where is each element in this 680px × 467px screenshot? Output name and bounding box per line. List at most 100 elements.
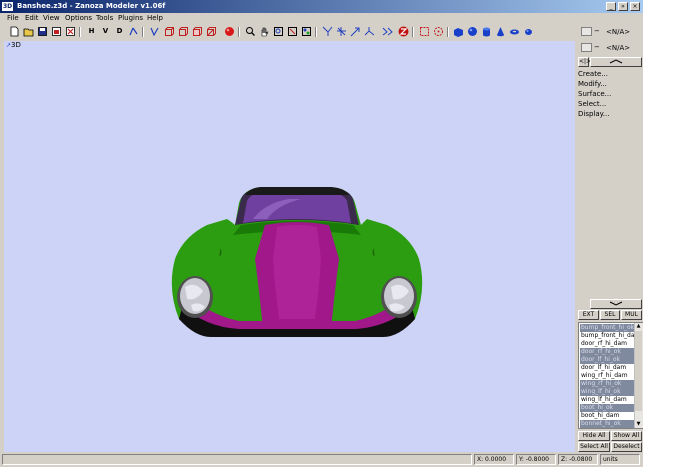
select-all-button[interactable]: Select All (578, 442, 610, 452)
slot1-value[interactable]: <N/A> (606, 28, 630, 36)
texture-icon[interactable] (382, 26, 393, 37)
zoom-icon[interactable] (245, 26, 256, 37)
close-button[interactable]: × (630, 2, 640, 11)
object-list-item[interactable]: wing_lf_hi_dam (580, 396, 637, 404)
car-model[interactable] (169, 179, 425, 339)
save-as-icon[interactable] (51, 26, 62, 37)
window-title: Banshee.z3d - Zanoza Modeler v1.06f (17, 2, 166, 10)
toolbar-separator (315, 27, 317, 37)
new-file-icon[interactable] (9, 26, 20, 37)
surface-menu[interactable]: Surface... (578, 90, 611, 98)
sphere-icon[interactable] (224, 26, 235, 37)
object-list-item[interactable]: wing_lf_hi_ok (580, 388, 637, 396)
toolbar-separator (79, 27, 81, 37)
object-list-item[interactable]: boot_hi_dam (580, 412, 637, 420)
save-icon[interactable] (37, 26, 48, 37)
menu-tools[interactable]: Tools (96, 13, 113, 24)
sphere-primitive-icon[interactable] (467, 26, 478, 37)
scale-icon[interactable] (350, 26, 361, 37)
scroll-down-button[interactable] (590, 299, 642, 309)
object-list-item[interactable]: door_lf_hi_ok (580, 356, 637, 364)
torus-primitive-icon[interactable] (509, 26, 520, 37)
object-list[interactable]: bump_front_hi_ok bump_front_hi_dam door_rf… (578, 322, 643, 429)
scroll-thumb[interactable] (635, 331, 642, 411)
wire-box-icon[interactable] (206, 26, 217, 37)
close-file-icon[interactable] (65, 26, 76, 37)
menu-view[interactable]: View (43, 13, 60, 24)
menu-file[interactable]: File (7, 13, 19, 24)
menu-help[interactable]: Help (147, 13, 163, 24)
select-circle-icon[interactable] (433, 26, 444, 37)
chevron-down-icon (609, 301, 623, 306)
toolbar-separator (447, 27, 449, 37)
minimize-button[interactable]: _ (606, 2, 616, 11)
create-menu[interactable]: Create... (578, 70, 608, 78)
plane-primitive-icon[interactable] (523, 26, 534, 37)
slot2-arrow-icon[interactable]: − (594, 43, 602, 52)
pan-hand-icon[interactable] (259, 26, 270, 37)
menu-bar: File Edit View Options Tools Plugins Hel… (0, 13, 643, 24)
viewport-label: ↗3D (6, 41, 21, 49)
hide-all-button[interactable]: Hide All (578, 431, 610, 441)
zoom-all-icon[interactable] (301, 26, 312, 37)
cylinder-primitive-icon[interactable] (481, 26, 492, 37)
object-list-item[interactable]: boot_hi_ok (580, 404, 637, 412)
rotate-icon[interactable] (336, 26, 347, 37)
3d-viewport[interactable]: ↗3D (4, 41, 575, 452)
scroll-up-button[interactable] (590, 57, 642, 67)
object-list-item[interactable]: bump_front_hi_dam (580, 332, 637, 340)
modify-menu[interactable]: Modify... (578, 80, 607, 88)
view-d-button[interactable]: D (114, 26, 125, 37)
list-scrollbar[interactable]: ▲ ▼ (634, 323, 643, 428)
select-rect-icon[interactable] (419, 26, 430, 37)
select-menu[interactable]: Select... (578, 100, 606, 108)
toolbar-separator (238, 27, 240, 37)
cube-icon[interactable] (164, 26, 175, 37)
axis-icon[interactable] (128, 26, 139, 37)
zoom-window-icon[interactable] (273, 26, 284, 37)
object-list-item[interactable]: bonnet_hi_ok (580, 420, 637, 428)
box-primitive-icon[interactable] (453, 26, 464, 37)
menu-options[interactable]: Options (65, 13, 92, 24)
app-window: 3D Banshee.z3d - Zanoza Modeler v1.06f _… (0, 0, 643, 467)
sel-button[interactable]: SEL (600, 310, 620, 320)
object-list-item[interactable]: door_rf_hi_dam (580, 340, 637, 348)
slot1-arrow-icon[interactable]: − (594, 27, 602, 36)
box-icon[interactable] (178, 26, 189, 37)
deselect-button[interactable]: Deselect (611, 442, 642, 452)
object-list-item[interactable]: door_rf_hi_ok (580, 348, 637, 356)
menu-plugins[interactable]: Plugins (118, 13, 143, 24)
slot1-icon (581, 27, 592, 36)
object-list-item[interactable]: bump_front_hi_ok (580, 324, 637, 332)
object-list-item[interactable]: wing_rf_hi_dam (580, 372, 637, 380)
open-folder-icon[interactable] (23, 26, 34, 37)
mirror-icon[interactable] (364, 26, 375, 37)
prism-icon[interactable] (192, 26, 203, 37)
zoom-extents-icon[interactable] (287, 26, 298, 37)
slot2-icon (581, 43, 592, 52)
y-coordinate: Y: -0.8000 (516, 454, 556, 465)
object-list-item[interactable]: wing_rf_hi_ok (580, 380, 637, 388)
x-coordinate: X: 0.0000 (474, 454, 514, 465)
title-bar[interactable]: 3D Banshee.z3d - Zanoza Modeler v1.06f _… (0, 0, 643, 13)
view-h-button[interactable]: H (86, 26, 97, 37)
units-label: units (600, 454, 640, 465)
nav-button[interactable]: <|> (578, 57, 591, 67)
toolbar-separator (142, 27, 144, 37)
scroll-down-arrow-icon[interactable]: ▼ (635, 421, 642, 428)
no-z-icon[interactable] (398, 26, 409, 37)
scroll-up-arrow-icon[interactable]: ▲ (635, 323, 642, 330)
display-menu[interactable]: Display... (578, 110, 609, 118)
object-list-item[interactable]: door_lf_hi_dam (580, 364, 637, 372)
ext-button[interactable]: EXT (578, 310, 599, 320)
cone-primitive-icon[interactable] (495, 26, 506, 37)
vertex-icon[interactable] (149, 26, 160, 37)
chevron-up-icon (609, 59, 623, 64)
menu-edit[interactable]: Edit (25, 13, 39, 24)
maximize-button[interactable]: » (618, 2, 628, 11)
mul-button[interactable]: MUL (621, 310, 642, 320)
view-v-button[interactable]: V (100, 26, 111, 37)
slot2-value[interactable]: <N/A> (606, 44, 630, 52)
move-icon[interactable] (322, 26, 333, 37)
show-all-button[interactable]: Show All (611, 431, 642, 441)
